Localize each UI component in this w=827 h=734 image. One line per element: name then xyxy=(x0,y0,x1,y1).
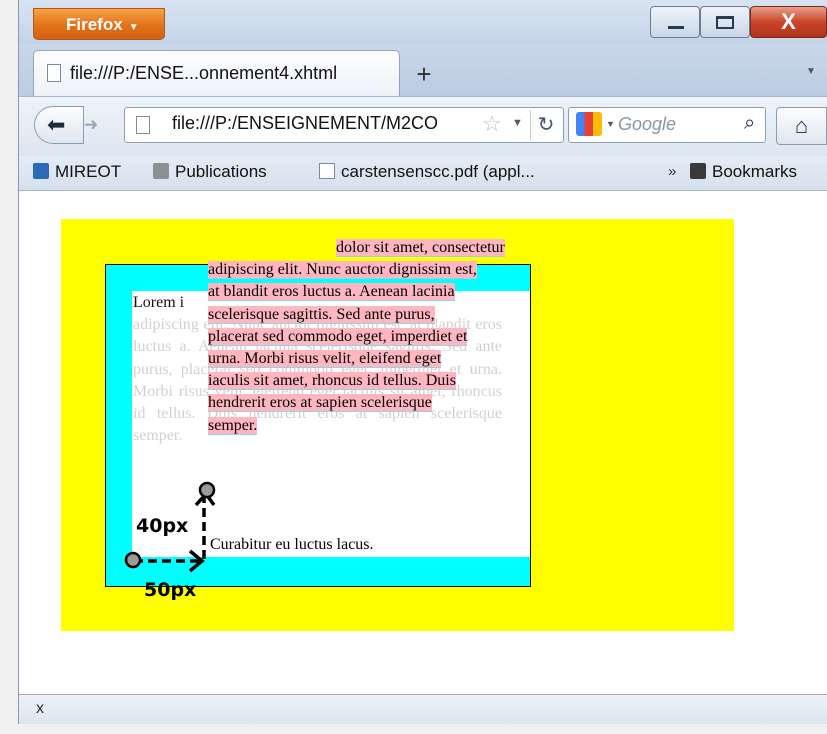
chevron-down-icon: ▼ xyxy=(128,22,139,33)
shifted-line: semper. xyxy=(208,416,258,434)
bookmarks-menu-label: Bookmarks xyxy=(712,162,798,181)
maximize-button[interactable] xyxy=(700,6,750,38)
window-bottom-edge xyxy=(0,724,827,734)
bookmark-label: Publications xyxy=(175,162,267,181)
firefox-menu-button[interactable]: Firefox ▼ xyxy=(33,8,165,40)
search-engine-dropdown-icon[interactable]: ▼ xyxy=(606,119,615,129)
shifted-line: at blandit eros luctus a. Aenean lacinia xyxy=(208,283,455,301)
close-window-button[interactable]: X xyxy=(750,6,827,38)
minimize-button[interactable] xyxy=(650,6,700,38)
bookmark-item-publications[interactable]: Publications xyxy=(153,158,267,186)
search-input[interactable]: Google xyxy=(618,114,676,135)
bookmark-item-mireot[interactable]: MIREOT xyxy=(33,158,121,186)
reload-icon[interactable]: ↻ xyxy=(530,110,561,140)
bookmarks-icon xyxy=(690,163,706,179)
forward-button[interactable]: ➜ xyxy=(84,110,116,140)
vertical-offset-label: 40px xyxy=(136,515,189,537)
back-button[interactable]: ⬅ xyxy=(34,106,84,144)
url-dropdown-icon[interactable]: ▼ xyxy=(512,117,523,129)
home-button[interactable]: ⌂ xyxy=(776,107,827,145)
shifted-line: adipiscing elit. Nunc auctor dignissim e… xyxy=(208,261,477,279)
firefox-menu-label: Firefox xyxy=(66,15,123,34)
following-text: Curabitur eu luctus lacus. xyxy=(210,536,374,553)
search-icon[interactable]: ⌕ xyxy=(744,112,755,135)
shifted-line: dolor sit amet, consectetur xyxy=(336,239,505,256)
bookmarks-overflow-button[interactable]: » xyxy=(668,158,676,186)
relatively-positioned-paragraph: dolor sit amet, consectetur adipiscing e… xyxy=(208,237,575,495)
shifted-line: placerat sed commodo eget, imperdiet et xyxy=(208,327,468,345)
google-engine-icon[interactable] xyxy=(576,112,602,136)
page-icon xyxy=(33,163,49,179)
bookmark-label: carstensenscc.pdf (appl... xyxy=(341,162,535,181)
original-first-word: Lorem i xyxy=(133,294,185,311)
shifted-line: scelerisque sagittis. Sed ante purus, xyxy=(208,305,435,323)
horizontal-offset-label: 50px xyxy=(144,579,197,601)
tab-list-chevron-icon[interactable]: ▼ xyxy=(806,66,816,77)
shifted-line: iaculis sit amet, rhoncus id tellus. Dui… xyxy=(208,372,456,390)
new-tab-button[interactable]: + xyxy=(408,56,440,92)
status-bar xyxy=(19,694,827,725)
bookmark-star-icon[interactable]: ☆ xyxy=(482,111,502,137)
close-icon[interactable]: x xyxy=(36,700,44,718)
page-icon xyxy=(153,163,169,179)
bookmarks-menu-button[interactable]: Bookmarks xyxy=(690,158,797,186)
page-icon xyxy=(136,116,150,134)
shifted-line: hendrerit eros at sapien scelerisque xyxy=(208,394,432,412)
shifted-line: urna. Morbi risus velit, eleifend eget xyxy=(208,350,442,368)
document-icon xyxy=(319,163,335,179)
url-text[interactable]: file:///P:/ENSEIGNEMENT/M2CO xyxy=(172,113,477,134)
bookmark-label: MIREOT xyxy=(55,162,122,181)
page-icon xyxy=(47,64,61,82)
bookmark-item-carstensenscc[interactable]: carstensenscc.pdf (appl... xyxy=(319,158,535,186)
tab-title: file:///P:/ENSE...onnement4.xhtml xyxy=(70,63,338,83)
